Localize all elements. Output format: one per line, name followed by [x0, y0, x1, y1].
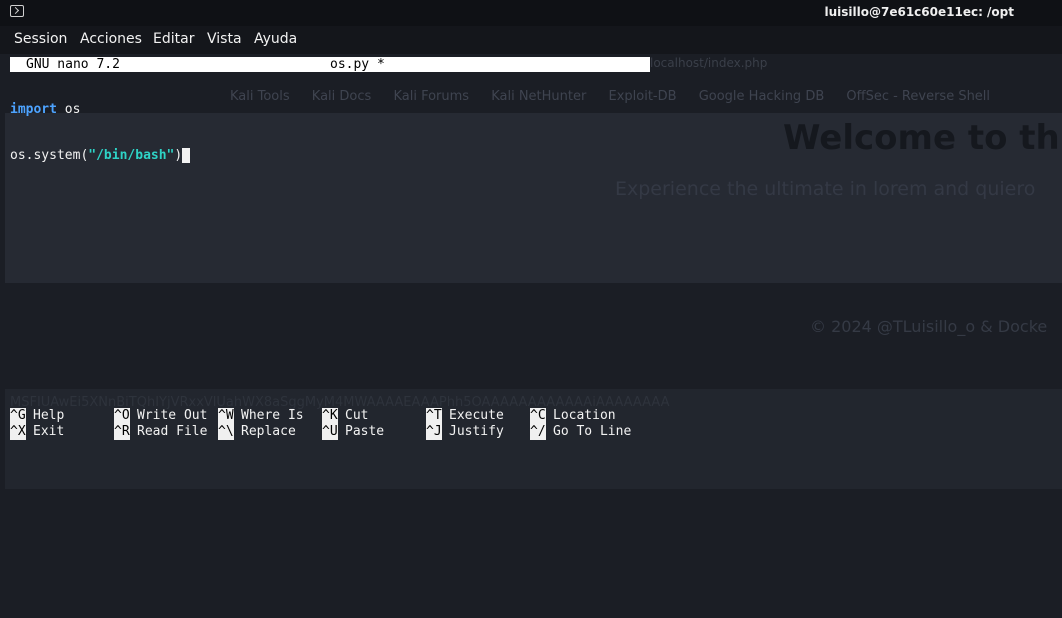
shortcut-label: Execute — [449, 408, 504, 423]
code-text: ) — [174, 148, 183, 163]
bookmark-item: Kali Docs — [311, 89, 372, 104]
shortcut-location[interactable]: ^C Location — [530, 408, 634, 424]
code-line[interactable]: os.system("/bin/bash") — [10, 148, 191, 164]
shortcut-execute[interactable]: ^T Execute — [426, 408, 530, 424]
shortcut-key: ^U — [322, 424, 338, 440]
shortcut-label: Where Is — [241, 408, 304, 423]
shortcut-justify[interactable]: ^J Justify — [426, 424, 530, 440]
bookmark-item: OffSec - Reverse Shell — [846, 89, 991, 104]
title-bar: luisillo@7e61c60e11ec: /opt — [0, 0, 1062, 26]
editor-area[interactable]: import os os.system("/bin/bash") — [10, 72, 191, 179]
shortcut-label: Cut — [345, 408, 369, 423]
background-url: localhost/index.php — [650, 56, 768, 70]
shortcut-label: Write Out — [137, 408, 208, 423]
menu-bar: Session Acciones Editar Vista Ayuda — [0, 26, 1062, 54]
shortcut-key: ^J — [426, 424, 442, 440]
shortcut-key: ^G — [10, 408, 26, 424]
code-line[interactable]: import os — [10, 102, 190, 118]
shortcut-key: ^R — [114, 424, 130, 440]
shortcut-key: ^\ — [218, 424, 234, 440]
background-hero-subtitle: Experience the ultimate in lorem and qui… — [615, 178, 1036, 200]
shortcut-where-is[interactable]: ^W Where Is — [218, 408, 322, 424]
code-text: os — [56, 102, 81, 117]
menu-ayuda[interactable]: Ayuda — [254, 31, 297, 47]
shortcut-label: Read File — [137, 424, 208, 439]
code-string: "/bin/bash" — [88, 148, 175, 163]
shortcut-label: Justify — [449, 424, 504, 439]
shortcut-key: ^C — [530, 408, 546, 424]
shortcut-bar: ^G Help ^O Write Out ^W Where Is ^K Cut ^T Ex… — [10, 408, 631, 618]
menu-session[interactable]: Session — [14, 31, 67, 47]
shortcut-key: ^X — [10, 424, 26, 440]
bookmark-item: Exploit-DB — [608, 89, 677, 104]
shortcut-write-out[interactable]: ^O Write Out — [114, 408, 218, 424]
shortcut-label: Go To Line — [553, 424, 632, 439]
shortcut-label: Paste — [345, 424, 385, 439]
shortcut-help[interactable]: ^G Help — [10, 408, 114, 424]
shortcut-exit[interactable]: ^X Exit — [10, 424, 114, 440]
nano-filename: os.py * — [330, 57, 385, 72]
window-title: luisillo@7e61c60e11ec: /opt — [824, 5, 1014, 19]
background-footer: © 2024 @TLuisillo_o & Docke — [810, 317, 1048, 336]
terminal-icon[interactable] — [10, 5, 24, 17]
shortcut-key: ^K — [322, 408, 338, 424]
background-bookmarks-bar: Kali Tools Kali Docs Kali Forums Kali Ne… — [230, 89, 1062, 109]
shortcut-cut[interactable]: ^K Cut — [322, 408, 426, 424]
bookmark-item: Kali Tools — [230, 89, 290, 104]
shortcut-key: ^O — [114, 408, 130, 424]
shortcut-label: Exit — [33, 424, 65, 439]
shortcut-label: Location — [553, 408, 616, 423]
menu-acciones[interactable]: Acciones — [80, 31, 142, 47]
code-text: os.system( — [10, 148, 89, 163]
shortcut-read-file[interactable]: ^R Read File — [114, 424, 218, 440]
text-cursor — [182, 148, 191, 163]
bookmark-item: Google Hacking DB — [698, 89, 825, 104]
shortcut-label: Help — [33, 408, 65, 423]
shortcut-replace[interactable]: ^\ Replace — [218, 424, 322, 440]
shortcut-paste[interactable]: ^U Paste — [322, 424, 426, 440]
background-hero-title: Welcome to this — [783, 118, 1062, 158]
bookmark-item: Kali Forums — [393, 89, 470, 104]
menu-vista[interactable]: Vista — [207, 31, 242, 47]
shortcut-go-to-line[interactable]: ^/ Go To Line — [530, 424, 634, 440]
shortcut-key: ^W — [218, 408, 234, 424]
bookmark-item: Kali NetHunter — [491, 89, 587, 104]
shortcut-label: Replace — [241, 424, 296, 439]
code-keyword: import — [10, 102, 57, 117]
nano-version: GNU nano 7.2 — [26, 57, 120, 72]
menu-editar[interactable]: Editar — [153, 31, 194, 47]
nano-header: GNU nano 7.2 os.py * — [10, 57, 650, 72]
shortcut-key: ^T — [426, 408, 442, 424]
shortcut-key: ^/ — [530, 424, 546, 440]
